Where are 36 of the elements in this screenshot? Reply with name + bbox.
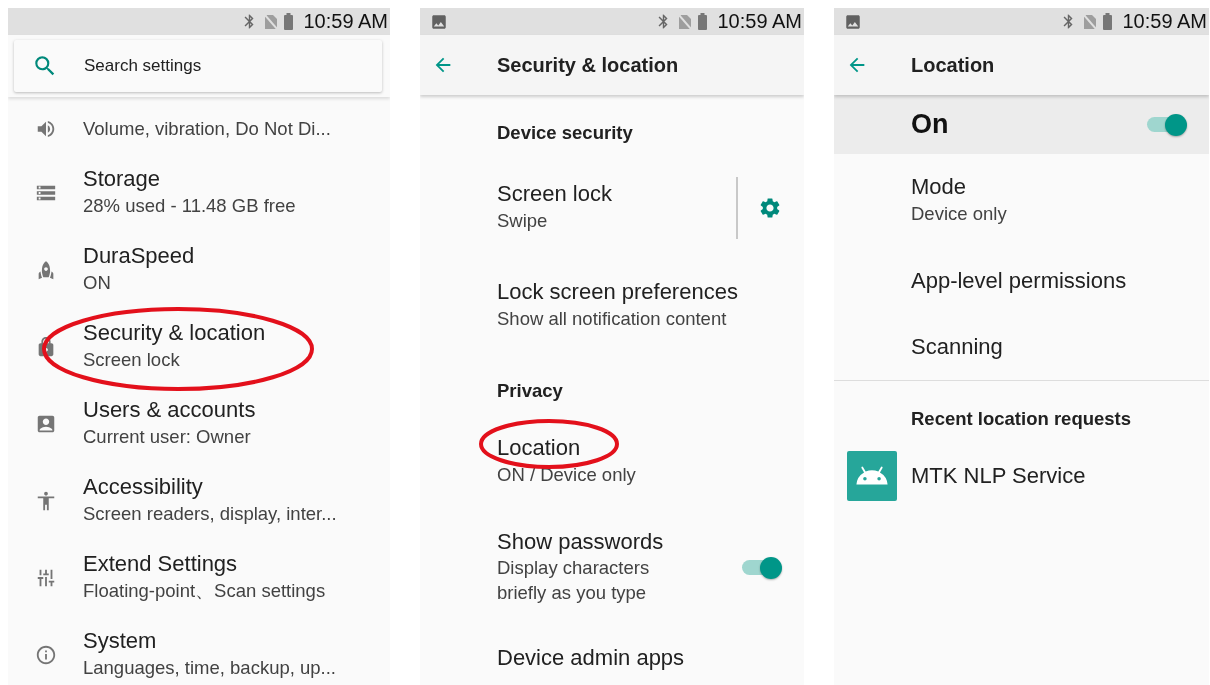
gear-icon (758, 196, 782, 220)
info-icon (34, 644, 57, 666)
section-heading: Privacy (496, 379, 564, 403)
settings-item[interactable]: App-level permissions (834, 248, 1209, 314)
settings-button[interactable] (758, 196, 782, 220)
battery-icon (1103, 13, 1113, 30)
no-sim-icon (264, 13, 279, 30)
section-heading: Device security (496, 121, 634, 145)
settings-item[interactable]: Location ON / Device only (420, 415, 804, 509)
search-input[interactable]: Search settings (82, 55, 382, 77)
settings-item[interactable]: Show passwords Display characters briefly as you type (420, 509, 804, 625)
settings-item[interactable]: Accessibility Screen readers, display, inter... (8, 463, 390, 540)
status-time: 10:59 AM (1122, 10, 1207, 33)
screen-title: Location (911, 53, 995, 77)
status-time: 10:59 AM (303, 10, 388, 33)
settings-item[interactable]: Users & accounts Current user: Owner (8, 386, 390, 463)
status-time: 10:59 AM (717, 10, 802, 33)
no-sim-icon (678, 13, 693, 30)
battery-icon (284, 13, 294, 30)
section-heading: Recent location requests (910, 407, 1132, 431)
settings-item[interactable]: System Languages, time, backup, up... (8, 617, 390, 685)
settings-item[interactable]: Mode Device only (834, 154, 1209, 248)
settings-item[interactable]: Scanning (834, 314, 1209, 380)
settings-item[interactable]: Security & location Screen lock (8, 309, 390, 386)
master-switch-row[interactable]: On (834, 95, 1209, 154)
settings-item[interactable]: DuraSpeed ON (8, 232, 390, 309)
app-item[interactable]: MTK NLP Service (834, 443, 1209, 509)
screen-title: Security & location (497, 53, 679, 77)
settings-item[interactable]: Screen lock Swipe (420, 157, 804, 259)
settings-item[interactable]: Storage 28% used - 11.48 GB free (8, 155, 390, 232)
settings-item[interactable]: Volume, vibration, Do Not Di... (8, 97, 390, 155)
settings-item[interactable]: Device admin apps (420, 625, 804, 685)
battery-icon (698, 13, 708, 30)
no-sim-icon (1083, 13, 1098, 30)
settings-item[interactable]: Extend Settings Floating-point、Scan settings (8, 540, 390, 617)
settings-item[interactable]: Lock screen preferences Show all notification content (420, 259, 804, 353)
